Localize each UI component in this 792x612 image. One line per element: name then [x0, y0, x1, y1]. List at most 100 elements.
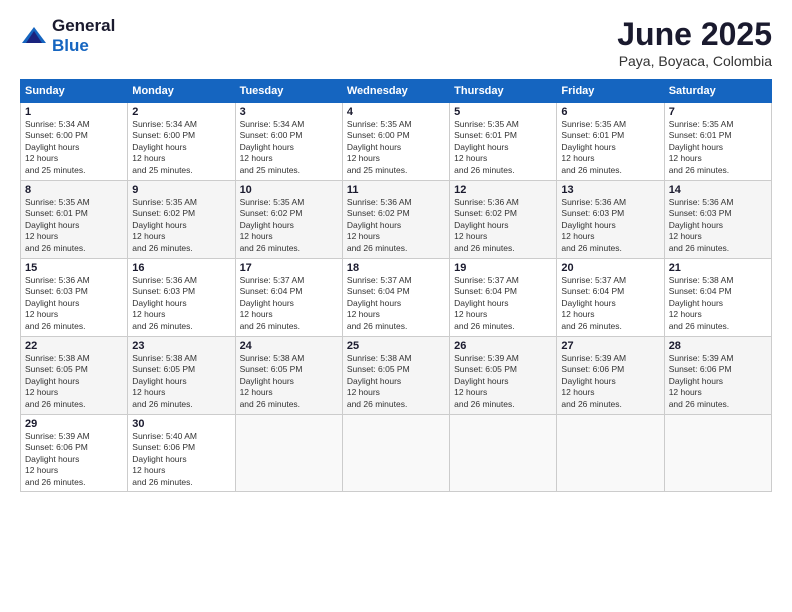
table-row: 11 Sunrise: 5:36 AMSunset: 6:02 PMDaylig…: [342, 181, 449, 259]
table-row: 30 Sunrise: 5:40 AMSunset: 6:06 PMDaylig…: [128, 415, 235, 492]
day-number: 3: [240, 106, 338, 118]
day-number: 30: [132, 418, 230, 430]
table-row: [235, 415, 342, 492]
day-number: 20: [561, 262, 659, 274]
day-info: Sunrise: 5:38 AMSunset: 6:05 PMDaylight …: [240, 353, 305, 409]
table-row: 17 Sunrise: 5:37 AMSunset: 6:04 PMDaylig…: [235, 259, 342, 337]
day-info: Sunrise: 5:37 AMSunset: 6:04 PMDaylight …: [347, 275, 412, 331]
day-number: 15: [25, 262, 123, 274]
day-number: 24: [240, 340, 338, 352]
day-number: 5: [454, 106, 552, 118]
calendar-table: Sunday Monday Tuesday Wednesday Thursday…: [20, 79, 772, 492]
day-info: Sunrise: 5:35 AMSunset: 6:00 PMDaylight …: [347, 119, 412, 175]
day-info: Sunrise: 5:38 AMSunset: 6:05 PMDaylight …: [347, 353, 412, 409]
day-info: Sunrise: 5:36 AMSunset: 6:03 PMDaylight …: [561, 197, 626, 253]
day-number: 18: [347, 262, 445, 274]
table-row: 18 Sunrise: 5:37 AMSunset: 6:04 PMDaylig…: [342, 259, 449, 337]
table-row: 22 Sunrise: 5:38 AMSunset: 6:05 PMDaylig…: [21, 337, 128, 415]
col-tuesday: Tuesday: [235, 80, 342, 103]
day-number: 4: [347, 106, 445, 118]
day-info: Sunrise: 5:37 AMSunset: 6:04 PMDaylight …: [240, 275, 305, 331]
col-monday: Monday: [128, 80, 235, 103]
day-number: 28: [669, 340, 767, 352]
table-row: 3 Sunrise: 5:34 AMSunset: 6:00 PMDayligh…: [235, 103, 342, 181]
day-number: 8: [25, 184, 123, 196]
table-row: [342, 415, 449, 492]
table-row: 20 Sunrise: 5:37 AMSunset: 6:04 PMDaylig…: [557, 259, 664, 337]
day-info: Sunrise: 5:36 AMSunset: 6:02 PMDaylight …: [454, 197, 519, 253]
table-row: 5 Sunrise: 5:35 AMSunset: 6:01 PMDayligh…: [450, 103, 557, 181]
day-info: Sunrise: 5:39 AMSunset: 6:06 PMDaylight …: [669, 353, 734, 409]
logo-icon: [20, 25, 48, 47]
day-info: Sunrise: 5:37 AMSunset: 6:04 PMDaylight …: [561, 275, 626, 331]
table-row: 14 Sunrise: 5:36 AMSunset: 6:03 PMDaylig…: [664, 181, 771, 259]
table-row: 24 Sunrise: 5:38 AMSunset: 6:05 PMDaylig…: [235, 337, 342, 415]
day-info: Sunrise: 5:34 AMSunset: 6:00 PMDaylight …: [25, 119, 90, 175]
day-number: 10: [240, 184, 338, 196]
day-number: 16: [132, 262, 230, 274]
day-info: Sunrise: 5:39 AMSunset: 6:06 PMDaylight …: [25, 431, 90, 487]
table-row: 27 Sunrise: 5:39 AMSunset: 6:06 PMDaylig…: [557, 337, 664, 415]
table-row: 21 Sunrise: 5:38 AMSunset: 6:04 PMDaylig…: [664, 259, 771, 337]
header: General Blue June 2025 Paya, Boyaca, Col…: [20, 16, 772, 69]
day-info: Sunrise: 5:36 AMSunset: 6:03 PMDaylight …: [25, 275, 90, 331]
table-row: 8 Sunrise: 5:35 AMSunset: 6:01 PMDayligh…: [21, 181, 128, 259]
logo: General Blue: [20, 16, 115, 56]
col-thursday: Thursday: [450, 80, 557, 103]
table-row: [664, 415, 771, 492]
table-row: 12 Sunrise: 5:36 AMSunset: 6:02 PMDaylig…: [450, 181, 557, 259]
table-row: 1 Sunrise: 5:34 AMSunset: 6:00 PMDayligh…: [21, 103, 128, 181]
header-row: Sunday Monday Tuesday Wednesday Thursday…: [21, 80, 772, 103]
table-row: 25 Sunrise: 5:38 AMSunset: 6:05 PMDaylig…: [342, 337, 449, 415]
day-info: Sunrise: 5:34 AMSunset: 6:00 PMDaylight …: [132, 119, 197, 175]
day-number: 17: [240, 262, 338, 274]
day-info: Sunrise: 5:35 AMSunset: 6:02 PMDaylight …: [132, 197, 197, 253]
logo-text: General Blue: [52, 16, 115, 56]
day-info: Sunrise: 5:35 AMSunset: 6:02 PMDaylight …: [240, 197, 305, 253]
day-number: 14: [669, 184, 767, 196]
col-saturday: Saturday: [664, 80, 771, 103]
day-info: Sunrise: 5:36 AMSunset: 6:03 PMDaylight …: [669, 197, 734, 253]
day-info: Sunrise: 5:35 AMSunset: 6:01 PMDaylight …: [669, 119, 734, 175]
day-info: Sunrise: 5:34 AMSunset: 6:00 PMDaylight …: [240, 119, 305, 175]
table-row: 28 Sunrise: 5:39 AMSunset: 6:06 PMDaylig…: [664, 337, 771, 415]
logo-general: General: [52, 16, 115, 35]
table-row: 10 Sunrise: 5:35 AMSunset: 6:02 PMDaylig…: [235, 181, 342, 259]
day-number: 2: [132, 106, 230, 118]
day-info: Sunrise: 5:36 AMSunset: 6:02 PMDaylight …: [347, 197, 412, 253]
day-info: Sunrise: 5:35 AMSunset: 6:01 PMDaylight …: [561, 119, 626, 175]
col-wednesday: Wednesday: [342, 80, 449, 103]
day-info: Sunrise: 5:38 AMSunset: 6:04 PMDaylight …: [669, 275, 734, 331]
day-number: 9: [132, 184, 230, 196]
calendar-title: June 2025: [617, 16, 772, 53]
day-number: 29: [25, 418, 123, 430]
day-info: Sunrise: 5:40 AMSunset: 6:06 PMDaylight …: [132, 431, 197, 487]
table-row: 23 Sunrise: 5:38 AMSunset: 6:05 PMDaylig…: [128, 337, 235, 415]
day-number: 19: [454, 262, 552, 274]
table-row: 15 Sunrise: 5:36 AMSunset: 6:03 PMDaylig…: [21, 259, 128, 337]
day-number: 11: [347, 184, 445, 196]
table-row: 19 Sunrise: 5:37 AMSunset: 6:04 PMDaylig…: [450, 259, 557, 337]
table-row: 26 Sunrise: 5:39 AMSunset: 6:05 PMDaylig…: [450, 337, 557, 415]
table-row: 13 Sunrise: 5:36 AMSunset: 6:03 PMDaylig…: [557, 181, 664, 259]
day-info: Sunrise: 5:36 AMSunset: 6:03 PMDaylight …: [132, 275, 197, 331]
day-info: Sunrise: 5:39 AMSunset: 6:06 PMDaylight …: [561, 353, 626, 409]
day-number: 21: [669, 262, 767, 274]
day-info: Sunrise: 5:35 AMSunset: 6:01 PMDaylight …: [454, 119, 519, 175]
day-info: Sunrise: 5:39 AMSunset: 6:05 PMDaylight …: [454, 353, 519, 409]
day-number: 25: [347, 340, 445, 352]
day-info: Sunrise: 5:37 AMSunset: 6:04 PMDaylight …: [454, 275, 519, 331]
calendar-subtitle: Paya, Boyaca, Colombia: [617, 53, 772, 69]
calendar-page: General Blue June 2025 Paya, Boyaca, Col…: [0, 0, 792, 612]
day-number: 22: [25, 340, 123, 352]
day-number: 12: [454, 184, 552, 196]
table-row: 29 Sunrise: 5:39 AMSunset: 6:06 PMDaylig…: [21, 415, 128, 492]
day-number: 26: [454, 340, 552, 352]
day-number: 7: [669, 106, 767, 118]
col-sunday: Sunday: [21, 80, 128, 103]
logo-blue: Blue: [52, 36, 89, 55]
day-info: Sunrise: 5:38 AMSunset: 6:05 PMDaylight …: [25, 353, 90, 409]
title-block: June 2025 Paya, Boyaca, Colombia: [617, 16, 772, 69]
table-row: 7 Sunrise: 5:35 AMSunset: 6:01 PMDayligh…: [664, 103, 771, 181]
day-number: 23: [132, 340, 230, 352]
